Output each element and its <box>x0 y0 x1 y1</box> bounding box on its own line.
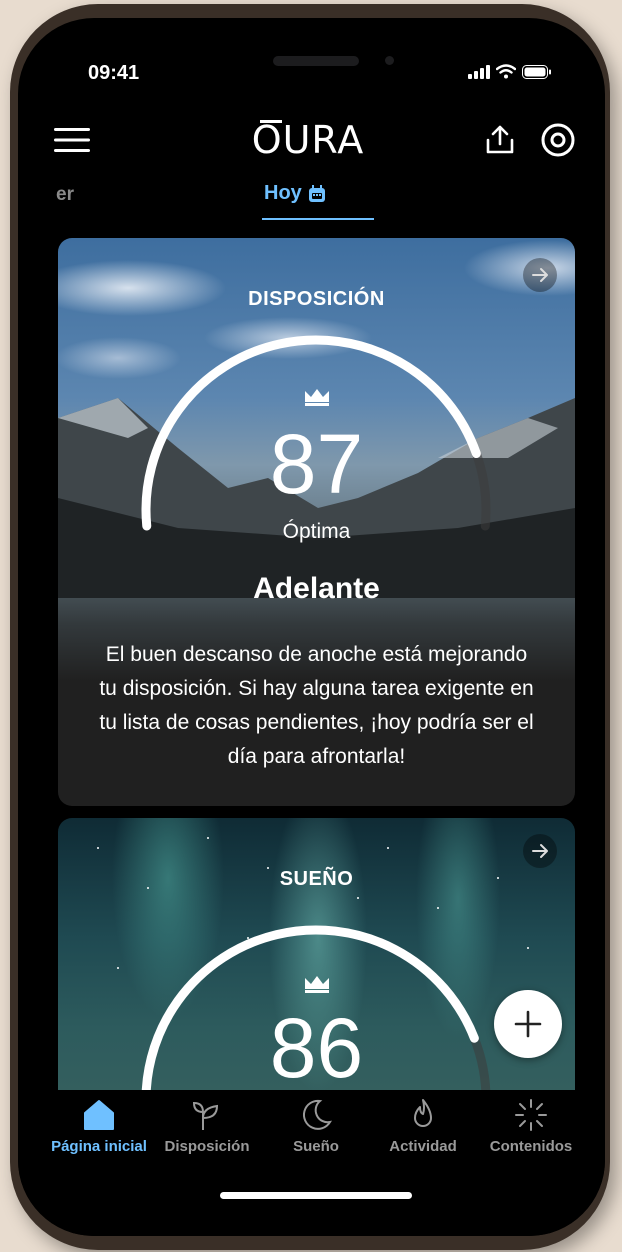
home-indicator[interactable] <box>220 1192 412 1199</box>
tab-sleep-label: Sueño <box>293 1138 339 1155</box>
tab-readiness-label: Disposición <box>164 1138 250 1155</box>
sleep-arrow-button[interactable] <box>523 834 557 868</box>
tab-today-label: Hoy <box>264 182 302 204</box>
camera <box>385 56 394 65</box>
oura-logo: OURA <box>218 118 398 162</box>
ring-icon <box>541 123 575 157</box>
crown-icon <box>305 976 329 993</box>
app-screen: 09:41 OURA er Hoy DISPOSICIÓN 87 Óptima … <box>18 18 605 1236</box>
status-icons <box>468 64 552 79</box>
add-button[interactable] <box>494 990 562 1058</box>
flame-icon <box>414 1099 432 1127</box>
sleep-title: SUEÑO <box>279 868 354 890</box>
sparkle-icon <box>515 1099 547 1131</box>
tab-today[interactable]: Hoy <box>264 182 326 205</box>
arrow-right-icon <box>532 268 548 282</box>
readiness-score: 87 <box>269 417 364 511</box>
tab-readiness[interactable]: Disposición <box>152 1098 262 1155</box>
readiness-card[interactable]: DISPOSICIÓN 87 Óptima Adelante El buen d… <box>58 238 575 806</box>
readiness-rating: Óptima <box>282 520 351 543</box>
speaker <box>273 56 359 66</box>
share-button[interactable] <box>478 118 522 162</box>
logo-macron <box>260 120 282 123</box>
plus-icon <box>514 1010 542 1038</box>
logo-text: OURA <box>251 118 365 162</box>
battery-icon <box>522 64 551 79</box>
bottom-tab-bar: Página inicial Disposición Sueño Activid… <box>18 1090 605 1236</box>
ring-settings-button[interactable] <box>536 118 580 162</box>
tab-explore-label: Contenidos <box>489 1138 573 1155</box>
sleep-card[interactable]: SUEÑO 86 <box>58 818 575 1118</box>
tab-activity[interactable]: Actividad <box>368 1098 478 1155</box>
readiness-description: El buen descanso de anoche está mejorand… <box>99 643 534 768</box>
home-icon <box>84 1100 114 1130</box>
share-icon <box>486 125 514 154</box>
tab-previous-day[interactable]: er <box>56 184 74 206</box>
arrow-right-icon <box>532 844 548 858</box>
tab-home-label: Página inicial <box>51 1138 147 1155</box>
readiness-headline: Adelante <box>253 572 380 605</box>
sprout-icon <box>192 1101 219 1130</box>
tab-underline <box>262 218 374 220</box>
wifi-icon <box>496 64 516 79</box>
crown-icon <box>305 389 329 406</box>
calendar-icon <box>308 184 325 202</box>
signal-icon <box>468 64 490 79</box>
moon-icon <box>302 1099 333 1130</box>
tab-home[interactable]: Página inicial <box>44 1098 154 1155</box>
readiness-arrow-button[interactable] <box>523 258 557 292</box>
menu-button[interactable] <box>50 118 94 162</box>
tab-activity-label: Actividad <box>389 1138 457 1155</box>
readiness-title: DISPOSICIÓN <box>248 288 385 310</box>
tab-sleep[interactable]: Sueño <box>261 1098 371 1155</box>
tab-explore[interactable]: Contenidos <box>476 1098 586 1155</box>
hamburger-icon <box>54 128 90 152</box>
status-time: 09:41 <box>88 62 140 84</box>
